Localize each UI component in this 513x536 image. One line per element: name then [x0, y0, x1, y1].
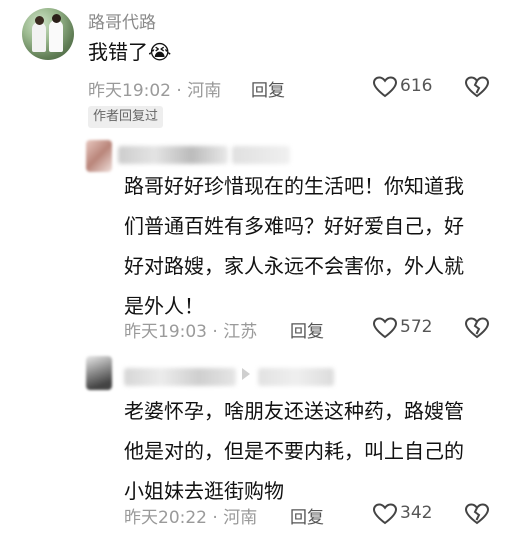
meta-separator: · [212, 322, 218, 342]
author-replied-tag: 作者回复过 [88, 106, 164, 128]
reply-button[interactable]: 回复 [290, 317, 324, 342]
reply-time: 昨天20:22 [124, 508, 207, 528]
broken-heart-icon [464, 76, 490, 98]
heart-outline-icon [372, 76, 398, 98]
dislike-button[interactable] [464, 315, 490, 345]
reply-text-line: 老婆怀孕，啥朋友还送这种药，路嫂管 [124, 399, 464, 423]
reply-username-blurred[interactable] [124, 368, 236, 386]
like-button[interactable] [372, 75, 398, 103]
reply-meta: 昨天20:22 · 河南 [124, 503, 257, 528]
reply-text-line: 们普通百姓有多难吗？好好爱自己，好 [124, 214, 464, 238]
comment-meta: 昨天19:02 · 河南 [88, 76, 221, 101]
like-button[interactable] [372, 502, 398, 530]
meta-separator: · [176, 81, 182, 101]
comment-location: 河南 [187, 81, 222, 101]
reply-avatar[interactable] [86, 356, 112, 390]
reply-text: 老婆怀孕，啥朋友还送这种药，路嫂管 他是对的，但是不要内耗，叫上自己的 小姐妹去… [124, 391, 464, 511]
reply-username-blurred-tail [232, 146, 290, 164]
reply-text-line: 路哥好好珍惜现在的生活吧！你知道我 [124, 174, 464, 198]
heart-outline-icon [372, 317, 398, 339]
reply-location: 江苏 [223, 322, 258, 342]
reply-meta: 昨天19:03 · 江苏 [124, 317, 257, 342]
comment-username[interactable]: 路哥代路 [88, 8, 156, 33]
reply-avatar[interactable] [86, 140, 112, 172]
broken-heart-icon [464, 503, 490, 525]
reply-username-blurred[interactable] [118, 146, 228, 164]
reply-to-arrow-icon [242, 368, 250, 380]
comment-time: 昨天19:02 [88, 81, 171, 101]
heart-outline-icon [372, 503, 398, 525]
like-count: 616 [400, 76, 433, 96]
like-count: 342 [400, 503, 433, 523]
reply-text-line: 他是对的，但是不要内耗，叫上自己的 [124, 439, 464, 463]
reply-location: 河南 [223, 508, 258, 528]
reply-button[interactable]: 回复 [251, 76, 285, 101]
reply-button[interactable]: 回复 [290, 503, 324, 528]
like-button[interactable] [372, 316, 398, 344]
reply-target-blurred[interactable] [258, 368, 334, 386]
reply-text: 路哥好好珍惜现在的生活吧！你知道我 们普通百姓有多难吗？好好爱自己，好 好对路嫂… [124, 166, 464, 326]
dislike-button[interactable] [464, 74, 490, 104]
comment-text: 我错了😭 [88, 40, 172, 64]
reply-time: 昨天19:03 [124, 322, 207, 342]
meta-separator: · [212, 508, 218, 528]
like-count: 572 [400, 317, 433, 337]
user-avatar[interactable] [22, 8, 74, 60]
broken-heart-icon [464, 317, 490, 339]
reply-text-line: 好对路嫂，家人永远不会害你，外人就 [124, 254, 464, 278]
dislike-button[interactable] [464, 501, 490, 531]
